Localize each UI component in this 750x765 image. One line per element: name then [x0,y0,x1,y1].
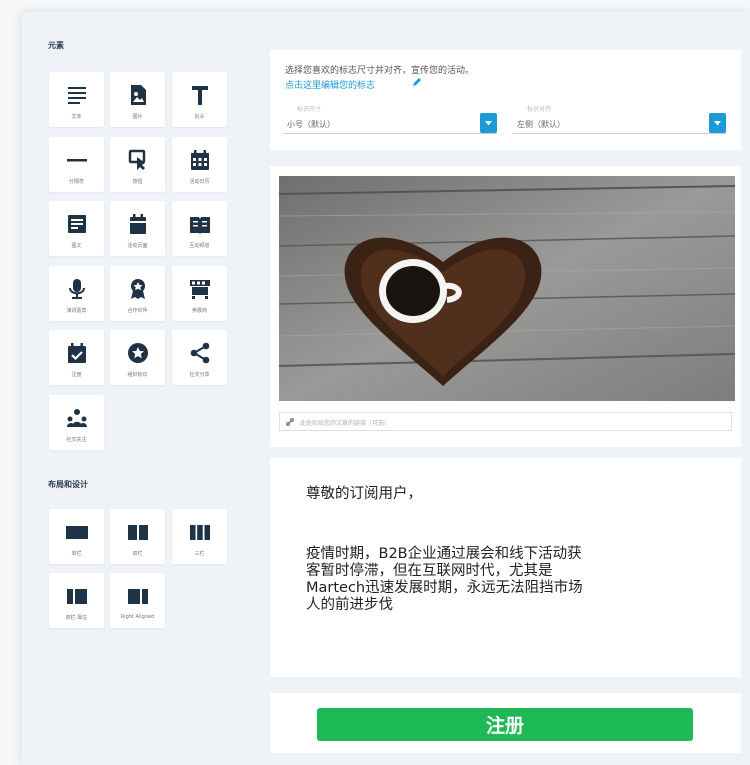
booth-icon [188,277,212,301]
tile-label: 社交关注 [66,436,87,443]
tile-divider[interactable]: 分隔符 [49,136,104,192]
tile-label: 组织标识 [127,372,148,378]
body-line-1: 疫情时期，B2B企业通过展会和线下活动获 [306,546,582,562]
tile-book[interactable]: 互动频道 [172,201,227,256]
microphone-icon [65,277,89,301]
single-column-icon [65,520,89,544]
calendar-icon [188,148,212,172]
tile-microphone[interactable]: 演讲嘉宾 [49,265,104,321]
tile-label: 活动日历 [189,178,210,185]
chevron-down-icon[interactable] [709,113,726,133]
greeting-text: 尊敬的订阅用户， [306,486,422,502]
layout-section-title: 布局和设计 [48,480,88,489]
click-button-icon [126,148,150,172]
book-icon [188,212,212,236]
tile-badge[interactable]: 合作伙伴 [110,265,165,321]
tile-image-text[interactable]: 图文 [49,201,104,256]
tile-booth[interactable]: 参展商 [172,265,227,321]
tile-two-column[interactable]: 双栏 [110,509,165,564]
tile-star-circle[interactable]: 组织标识 [110,330,165,385]
tile-share[interactable]: 社交分享 [172,330,227,385]
coffee-heart-image[interactable] [279,176,735,401]
chevron-down-icon[interactable] [480,113,497,133]
logo-size-legend: 标识尺寸 [297,106,322,113]
tile-title-t[interactable]: 抬头 [172,72,227,127]
divider-icon [65,148,89,172]
tile-label: 活动页面 [127,243,148,249]
logo-hint-text: 选择您喜欢的标志尺寸并对齐，宣传您的活动。 [285,66,475,76]
tile-image[interactable]: 图片 [110,72,165,127]
star-circle-icon [126,341,150,365]
logo-size-value: 小号（默认） [287,120,335,129]
tile-label: 双栏 [132,551,143,557]
tile-text-lines[interactable]: 文本 [49,72,104,127]
badge-icon [126,277,150,301]
tile-label: 参展商 [191,307,207,314]
tile-label: 双栏-靠左 [65,615,88,621]
tile-label: 文本 [71,114,82,120]
social-follow-icon [65,406,89,430]
tile-right-aligned[interactable]: Right Aligned [110,573,165,628]
image-text-icon [65,212,89,236]
tile-label: 演讲嘉宾 [66,307,87,314]
tile-label: Right Aligned [120,614,155,620]
link-icon [286,418,294,426]
image-icon [126,83,150,107]
edit-logo-link[interactable]: 点击这里编辑您的标志 [285,78,375,91]
tile-three-column[interactable]: 三栏 [172,509,227,564]
logo-align-legend: 标识对齐 [527,106,552,113]
article-link-input[interactable]: 此处粘贴您的文章的链接（可选） [279,412,732,431]
tile-label: 单栏 [71,551,82,557]
tile-left-aligned[interactable]: 双栏-靠左 [49,573,104,628]
tile-click-button[interactable]: 按钮 [110,136,165,192]
article-link-placeholder: 此处粘贴您的文章的链接（可选） [300,420,391,427]
tile-label: 社交分享 [189,372,210,378]
tile-label: 注册 [71,372,82,378]
logo-align-select[interactable]: 标识对齐 左侧（默认） [513,106,726,134]
body-line-2: 客暂时停滞，但在互联网时代，尤其是 [306,563,553,579]
tile-calendar[interactable]: 活动日历 [172,136,227,192]
event-page-icon [126,212,150,236]
register-button[interactable]: 注册 [317,708,693,741]
tile-label: 合作伙伴 [127,307,148,314]
tile-event-page[interactable]: 活动页面 [110,201,165,256]
title-t-icon [188,83,212,107]
left-aligned-icon [65,584,89,608]
three-column-icon [188,520,212,544]
tile-register-check[interactable]: 注册 [49,330,104,385]
tile-label: 分隔符 [68,178,84,185]
tile-label: 按钮 [132,178,143,185]
two-column-icon [126,520,150,544]
tile-label: 图片 [132,114,143,120]
tile-label: 三栏 [194,551,205,557]
register-check-icon [65,341,89,365]
tile-label: 抬头 [194,114,205,120]
share-icon [188,341,212,365]
logo-align-value: 左侧（默认） [517,120,565,129]
tile-label: 图文 [71,243,82,249]
tile-label: 互动频道 [189,243,210,249]
right-aligned-icon [126,584,150,608]
logo-size-select[interactable]: 标识尺寸 小号（默认） [283,106,497,134]
tile-single-column[interactable]: 单栏 [49,509,104,564]
tile-social-follow[interactable]: 社交关注 [49,394,104,450]
body-line-3: Martech迅速发展时期，永远无法阻挡市场 [306,580,583,596]
elements-section-title: 元素 [48,41,64,50]
body-line-4: 人的前进步伐 [306,597,393,613]
text-lines-icon [65,83,89,107]
pencil-icon[interactable] [411,76,423,88]
